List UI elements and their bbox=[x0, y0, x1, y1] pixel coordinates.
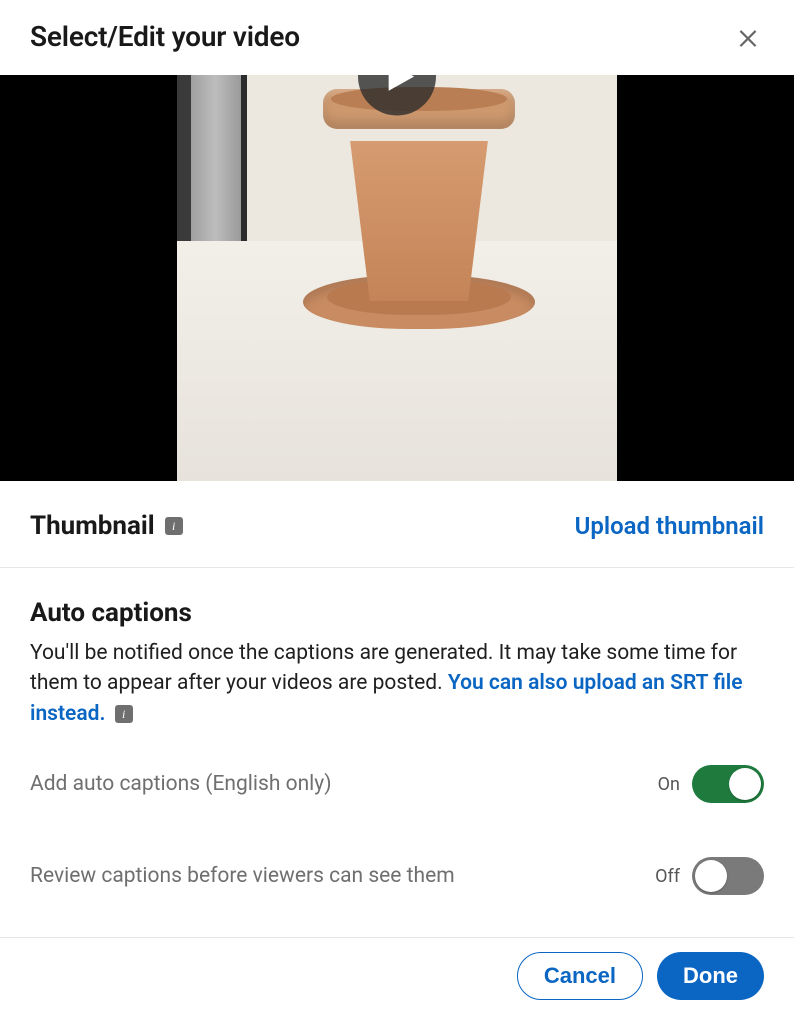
review-captions-toggle[interactable] bbox=[692, 857, 764, 895]
thumbnail-illustration bbox=[309, 83, 529, 343]
close-icon bbox=[735, 24, 761, 50]
add-auto-captions-state: On bbox=[658, 774, 680, 795]
video-preview-area bbox=[0, 75, 794, 481]
dialog-footer: Cancel Done bbox=[0, 938, 794, 1000]
info-icon[interactable]: i bbox=[115, 705, 133, 723]
dialog-title: Select/Edit your video bbox=[30, 20, 300, 53]
upload-thumbnail-link[interactable]: Upload thumbnail bbox=[575, 512, 764, 540]
add-auto-captions-label: Add auto captions (English only) bbox=[30, 772, 332, 796]
review-captions-label: Review captions before viewers can see t… bbox=[30, 864, 455, 888]
auto-captions-section: Auto captions You'll be notified once th… bbox=[0, 568, 794, 938]
video-thumbnail-frame[interactable] bbox=[177, 75, 617, 481]
close-button[interactable] bbox=[732, 21, 764, 53]
video-edit-dialog: Select/Edit your video Thumbnail i bbox=[0, 0, 794, 1024]
info-icon[interactable]: i bbox=[165, 517, 183, 535]
auto-captions-heading: Auto captions bbox=[30, 598, 764, 628]
thumbnail-label-group: Thumbnail i bbox=[30, 511, 183, 541]
auto-captions-description: You'll be notified once the captions are… bbox=[30, 638, 764, 729]
thumbnail-section: Thumbnail i Upload thumbnail bbox=[0, 481, 794, 568]
cancel-button[interactable]: Cancel bbox=[517, 952, 643, 1000]
add-auto-captions-row: Add auto captions (English only) On bbox=[30, 765, 764, 803]
dialog-header: Select/Edit your video bbox=[0, 0, 794, 75]
review-captions-state: Off bbox=[655, 866, 680, 887]
done-button[interactable]: Done bbox=[657, 952, 764, 1000]
add-auto-captions-toggle[interactable] bbox=[692, 765, 764, 803]
play-icon bbox=[383, 75, 417, 94]
review-captions-row: Review captions before viewers can see t… bbox=[30, 857, 764, 895]
thumbnail-heading: Thumbnail bbox=[30, 511, 155, 541]
